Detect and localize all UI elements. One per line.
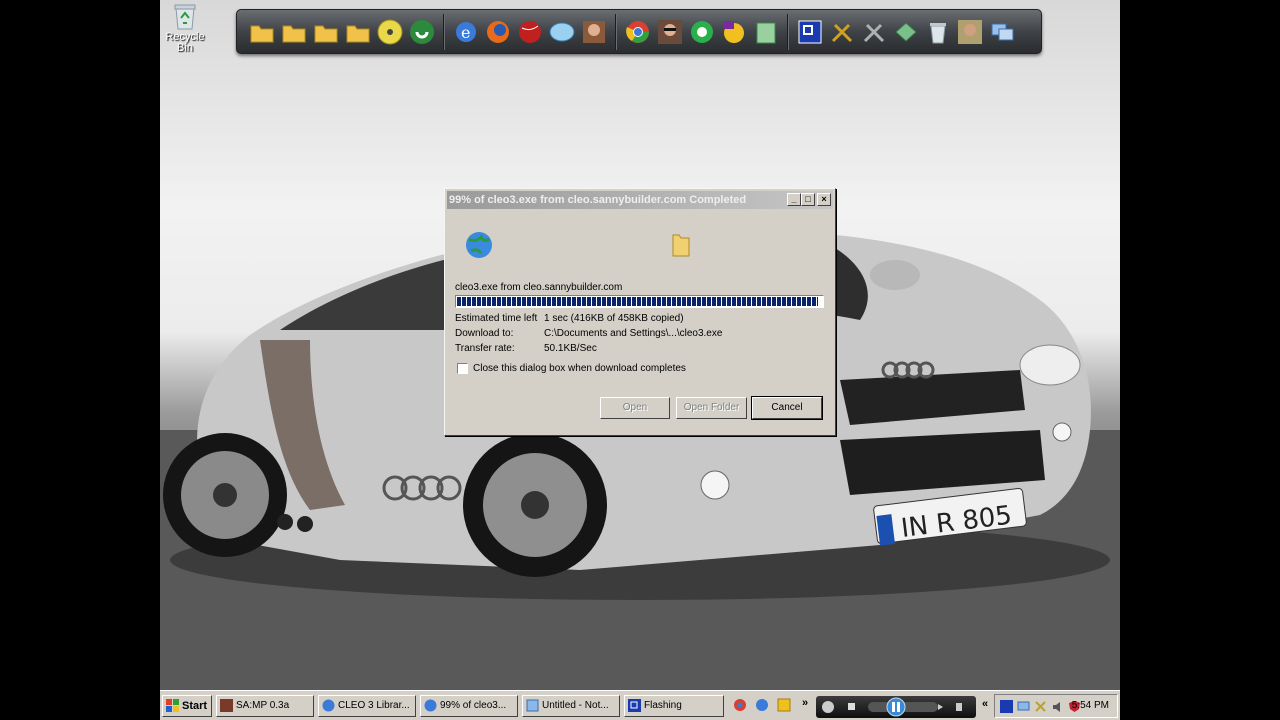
firefox-icon[interactable] — [483, 17, 513, 47]
chrome-icon[interactable] — [623, 17, 653, 47]
open-button[interactable]: Open — [600, 397, 670, 419]
close-when-complete-label[interactable]: Close this dialog box when download comp… — [473, 363, 686, 374]
taskbar: Start SA:MP 0.3a CLEO 3 Librar... 99% of… — [160, 690, 1120, 720]
file-source-label: cleo3.exe from cleo.sannybuilder.com — [455, 282, 623, 293]
taskbar-item-label: Flashing — [644, 700, 682, 711]
svg-text:e: e — [461, 23, 470, 42]
globe-icon — [466, 232, 492, 258]
trash-icon[interactable] — [923, 17, 953, 47]
folder-icon[interactable] — [343, 17, 373, 47]
maximize-button[interactable]: □ — [801, 193, 815, 206]
taskbar-item-cleo-library[interactable]: CLEO 3 Librar... — [318, 695, 416, 717]
taskbar-item-label: CLEO 3 Librar... — [338, 700, 410, 711]
media-icon[interactable] — [776, 697, 792, 713]
internet-explorer-icon — [424, 699, 437, 712]
recycle-bin-desktop-icon[interactable]: Recycle Bin — [162, 2, 208, 54]
network-icon[interactable] — [1016, 699, 1030, 713]
app-icon[interactable] — [795, 17, 825, 47]
cd-icon[interactable] — [375, 17, 405, 47]
transfer-rate-label: Transfer rate: — [455, 343, 515, 354]
avatar-icon[interactable] — [955, 17, 985, 47]
start-label: Start — [182, 700, 208, 712]
notepad-icon — [526, 699, 539, 712]
tools-icon[interactable] — [827, 17, 857, 47]
close-button[interactable]: × — [817, 193, 831, 206]
torrent-icon[interactable] — [407, 17, 437, 47]
folder-icon[interactable] — [311, 17, 341, 47]
media-player-toolbar[interactable] — [816, 696, 976, 718]
network-icon[interactable] — [987, 17, 1017, 47]
media-icon[interactable] — [687, 17, 717, 47]
recycle-bin-label: Recycle Bin — [165, 31, 205, 54]
media-controls — [822, 697, 962, 717]
folder-icon[interactable] — [247, 17, 277, 47]
volume-icon[interactable] — [1050, 699, 1064, 713]
messenger-icon[interactable] — [547, 17, 577, 47]
tools-icon[interactable] — [859, 17, 889, 47]
tools-icon[interactable] — [1033, 699, 1047, 713]
estimated-time-value: 1 sec (416KB of 458KB copied) — [544, 313, 684, 324]
download-progress-bar — [455, 295, 824, 308]
system-tray: 5:54 PM — [994, 694, 1118, 718]
quick-launch-chevron-icon[interactable]: » — [802, 697, 808, 709]
cancel-button[interactable]: Cancel — [751, 396, 823, 420]
minimize-button[interactable]: _ — [787, 193, 801, 206]
gem-icon[interactable] — [891, 17, 921, 47]
taskbar-item-notepad[interactable]: Untitled - Not... — [522, 695, 620, 717]
progress-fill — [457, 297, 819, 306]
desktop: IN R 805 Recycle Bin e 99% of cleo3.exe … — [160, 0, 1120, 720]
internet-explorer-icon[interactable] — [754, 697, 770, 713]
download-to-label: Download to: — [455, 328, 514, 339]
taskbar-item-label: SA:MP 0.3a — [236, 700, 290, 711]
download-to-value: C:\Documents and Settings\...\cleo3.exe — [544, 328, 723, 339]
game-icon[interactable] — [579, 17, 609, 47]
taskbar-item-label: Untitled - Not... — [542, 700, 609, 711]
app-icon[interactable] — [999, 699, 1013, 713]
dock-separator — [443, 13, 445, 50]
dialog-title: 99% of cleo3.exe from cleo.sannybuilder.… — [449, 194, 747, 206]
start-button[interactable]: Start — [162, 695, 212, 717]
taskbar-item-label: 99% of cleo3... — [440, 700, 507, 711]
recycle-bin-icon — [174, 4, 196, 30]
quick-launch — [732, 697, 798, 713]
transfer-rate-value: 50.1KB/Sec — [544, 343, 597, 354]
estimated-time-label: Estimated time left — [455, 313, 538, 324]
windows-logo-icon — [166, 699, 179, 712]
clock: 5:54 PM — [1071, 700, 1109, 711]
samp-icon — [220, 699, 233, 712]
chrome-icon[interactable] — [732, 697, 748, 713]
taskbar-item-flashing[interactable]: Flashing — [624, 695, 724, 717]
internet-explorer-icon[interactable]: e — [451, 17, 481, 47]
avatar-icon[interactable] — [655, 17, 685, 47]
internet-explorer-icon — [322, 699, 335, 712]
dock-separator — [787, 13, 789, 50]
folder-icon[interactable] — [279, 17, 309, 47]
taskbar-item-samp[interactable]: SA:MP 0.3a — [216, 695, 314, 717]
download-animation — [466, 232, 690, 258]
download-dialog: 99% of cleo3.exe from cleo.sannybuilder.… — [444, 188, 836, 436]
dock-separator — [615, 13, 617, 50]
yahoo-messenger-icon[interactable] — [719, 17, 749, 47]
recycle-icon[interactable] — [751, 17, 781, 47]
open-folder-button[interactable]: Open Folder — [676, 397, 747, 419]
game-icon[interactable] — [515, 17, 545, 47]
application-dock: e — [236, 9, 1042, 54]
folder-icon — [672, 234, 690, 257]
tray-chevron-icon[interactable]: « — [982, 698, 988, 710]
close-when-complete-checkbox[interactable] — [457, 363, 468, 374]
app-icon — [628, 699, 641, 712]
dialog-titlebar[interactable]: 99% of cleo3.exe from cleo.sannybuilder.… — [447, 191, 833, 209]
taskbar-item-download[interactable]: 99% of cleo3... — [420, 695, 518, 717]
